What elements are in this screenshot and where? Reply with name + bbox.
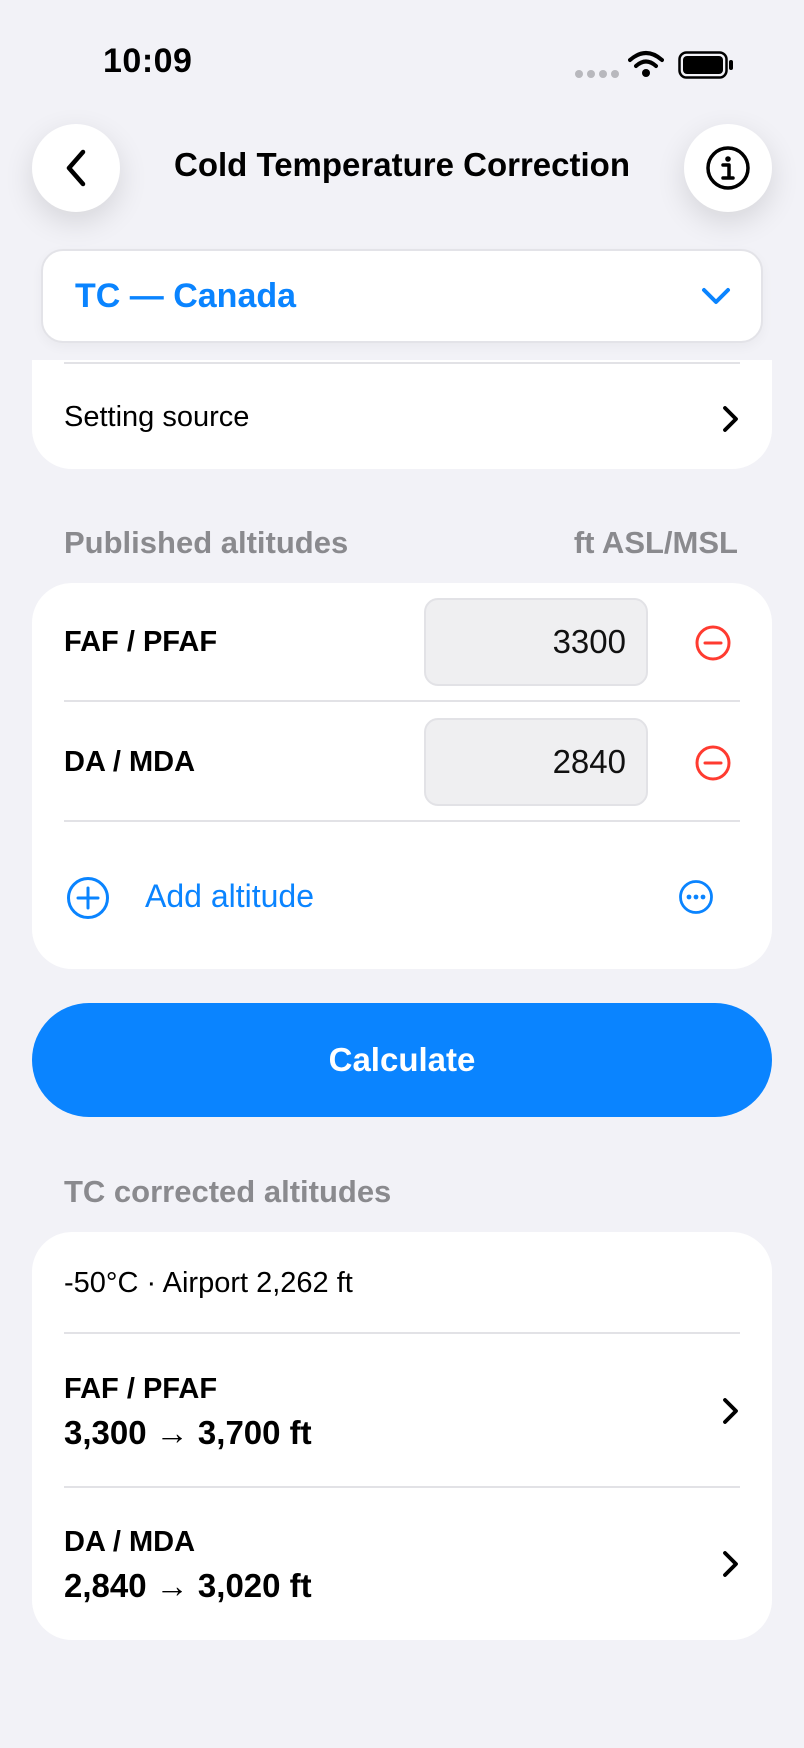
plus-circle-icon[interactable] xyxy=(66,876,110,920)
faf-altitude-input[interactable] xyxy=(424,598,648,686)
divider xyxy=(64,700,740,702)
units-label: ft ASL/MSL xyxy=(573,525,738,560)
status-time: 10:09 xyxy=(103,42,193,80)
authority-dropdown[interactable]: TC — Canada xyxy=(41,249,763,343)
divider xyxy=(64,1332,740,1334)
da-altitude-input[interactable] xyxy=(424,718,648,806)
info-button[interactable] xyxy=(684,124,772,212)
minus-circle-icon[interactable] xyxy=(694,744,732,782)
result-row-value[interactable]: 2,840 → 3,020 ft xyxy=(64,1567,312,1605)
authority-selected-label: TC — Canada xyxy=(75,276,297,315)
cellular-signal-icon xyxy=(575,70,619,78)
correction-context-label: -50°C · Airport 2,262 ft xyxy=(64,1267,353,1299)
ellipsis-circle-icon[interactable] xyxy=(678,879,714,915)
published-altitudes-header: Published altitudes xyxy=(64,525,349,560)
info-icon xyxy=(706,146,750,190)
corrected-altitudes-header: TC corrected altitudes xyxy=(64,1174,392,1209)
divider xyxy=(64,820,740,822)
chevron-right-icon xyxy=(723,406,738,432)
wifi-icon xyxy=(628,51,664,77)
divider xyxy=(64,1486,740,1488)
battery-icon xyxy=(678,51,733,79)
calculate-button[interactable]: Calculate xyxy=(32,1003,772,1117)
result-row-name[interactable]: FAF / PFAF xyxy=(64,1373,217,1406)
chevron-right-icon[interactable] xyxy=(720,1549,742,1579)
chevron-down-icon xyxy=(702,288,730,304)
result-row-name[interactable]: DA / MDA xyxy=(64,1526,195,1559)
chevron-right-icon[interactable] xyxy=(720,1396,742,1426)
result-row-value[interactable]: 3,300 → 3,700 ft xyxy=(64,1414,312,1452)
minus-circle-icon[interactable] xyxy=(694,624,732,662)
add-altitude-button[interactable]: Add altitude xyxy=(145,878,314,915)
divider xyxy=(64,362,740,364)
altitude-row-label: DA / MDA xyxy=(64,746,196,778)
setting-source-label: Setting source xyxy=(64,401,250,433)
altitude-row-label: FAF / PFAF xyxy=(64,626,218,658)
calculate-button-label: Calculate xyxy=(328,1041,476,1078)
